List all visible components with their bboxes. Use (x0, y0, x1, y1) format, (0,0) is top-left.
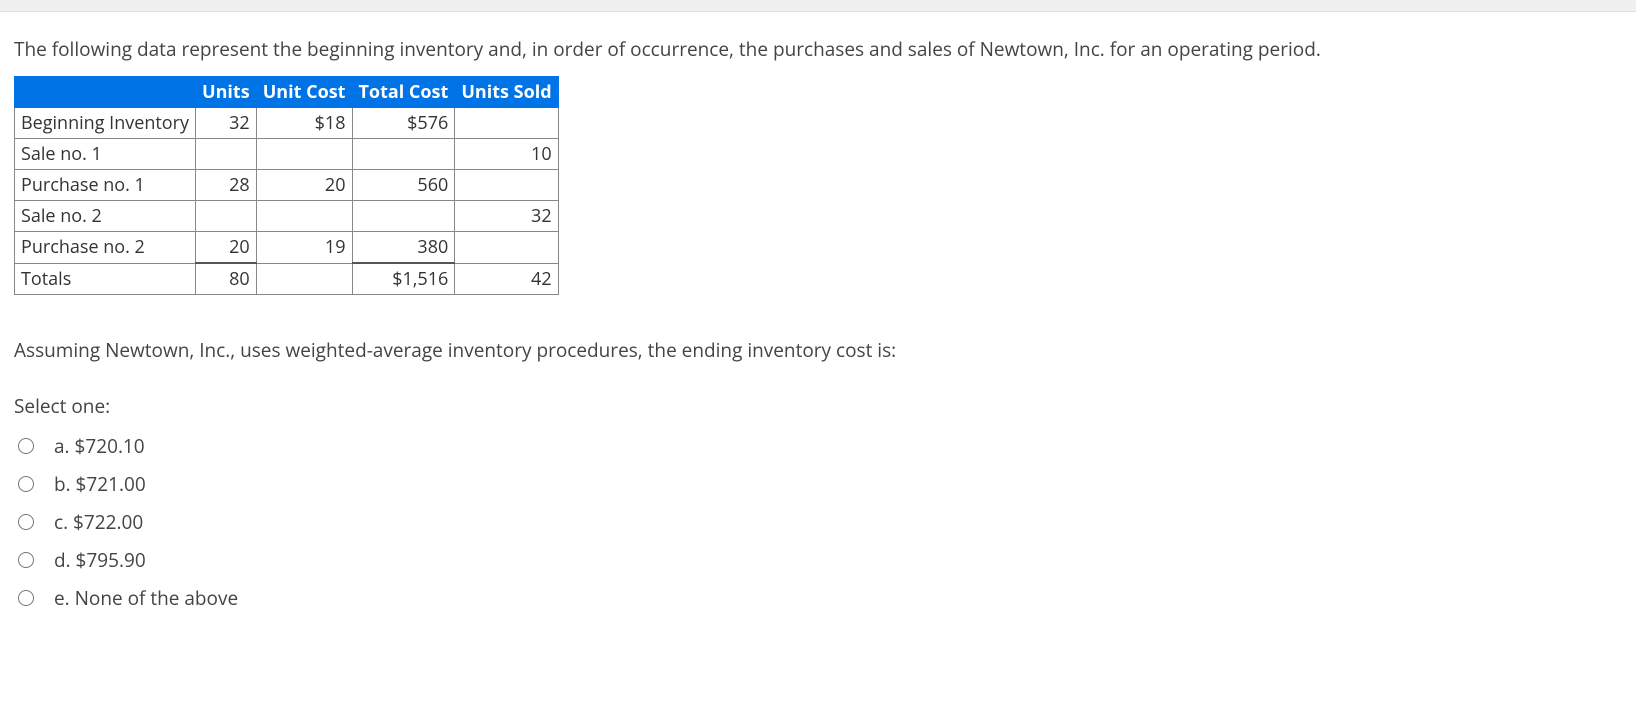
row-units: 20 (196, 232, 257, 264)
radio-e[interactable] (18, 590, 34, 606)
row-total-cost: 380 (352, 232, 455, 264)
header-empty (15, 77, 196, 108)
row-units-sold (455, 170, 558, 201)
row-label: Totals (15, 263, 196, 295)
row-total-cost (352, 139, 455, 170)
radio-b[interactable] (18, 476, 34, 492)
header-unit-cost: Unit Cost (256, 77, 352, 108)
question-text: Assuming Newtown, Inc., uses weighted-av… (14, 337, 1622, 363)
row-units-sold (455, 232, 558, 264)
option-label[interactable]: d. $795.90 (54, 547, 146, 573)
row-label: Beginning Inventory (15, 108, 196, 139)
table-row: Purchase no. 2 20 19 380 (15, 232, 559, 264)
row-units-sold: 32 (455, 201, 558, 232)
radio-c[interactable] (18, 514, 34, 530)
row-total-cost: 560 (352, 170, 455, 201)
top-bar (0, 0, 1636, 12)
header-units-sold: Units Sold (455, 77, 558, 108)
question-content: The following data represent the beginni… (0, 12, 1636, 625)
table-row-totals: Totals 80 $1,516 42 (15, 263, 559, 295)
table-row: Sale no. 1 10 (15, 139, 559, 170)
option-label[interactable]: e. None of the above (54, 585, 238, 611)
option-label[interactable]: b. $721.00 (54, 471, 146, 497)
row-units: 28 (196, 170, 257, 201)
option-e[interactable]: e. None of the above (14, 585, 1622, 611)
table-row: Sale no. 2 32 (15, 201, 559, 232)
row-label: Purchase no. 1 (15, 170, 196, 201)
select-one-label: Select one: (14, 393, 1622, 419)
row-total-cost (352, 201, 455, 232)
row-units (196, 201, 257, 232)
row-label: Purchase no. 2 (15, 232, 196, 264)
row-units (196, 139, 257, 170)
row-unit-cost: 19 (256, 232, 352, 264)
radio-a[interactable] (18, 438, 34, 454)
row-total-cost: $576 (352, 108, 455, 139)
header-units: Units (196, 77, 257, 108)
row-unit-cost (256, 263, 352, 295)
options-group: a. $720.10 b. $721.00 c. $722.00 d. $795… (14, 433, 1622, 611)
row-units-sold (455, 108, 558, 139)
option-a[interactable]: a. $720.10 (14, 433, 1622, 459)
intro-text: The following data represent the beginni… (14, 36, 1622, 62)
option-d[interactable]: d. $795.90 (14, 547, 1622, 573)
row-label: Sale no. 1 (15, 139, 196, 170)
row-unit-cost: 20 (256, 170, 352, 201)
header-total-cost: Total Cost (352, 77, 455, 108)
table-row: Purchase no. 1 28 20 560 (15, 170, 559, 201)
option-c[interactable]: c. $722.00 (14, 509, 1622, 535)
row-unit-cost: $18 (256, 108, 352, 139)
row-total-cost: $1,516 (352, 263, 455, 295)
row-units: 80 (196, 263, 257, 295)
option-label[interactable]: a. $720.10 (54, 433, 145, 459)
table-row: Beginning Inventory 32 $18 $576 (15, 108, 559, 139)
row-label: Sale no. 2 (15, 201, 196, 232)
option-label[interactable]: c. $722.00 (54, 509, 143, 535)
row-unit-cost (256, 201, 352, 232)
row-units-sold: 10 (455, 139, 558, 170)
row-unit-cost (256, 139, 352, 170)
inventory-table: Units Unit Cost Total Cost Units Sold Be… (14, 76, 559, 295)
row-units-sold: 42 (455, 263, 558, 295)
radio-d[interactable] (18, 552, 34, 568)
option-b[interactable]: b. $721.00 (14, 471, 1622, 497)
row-units: 32 (196, 108, 257, 139)
